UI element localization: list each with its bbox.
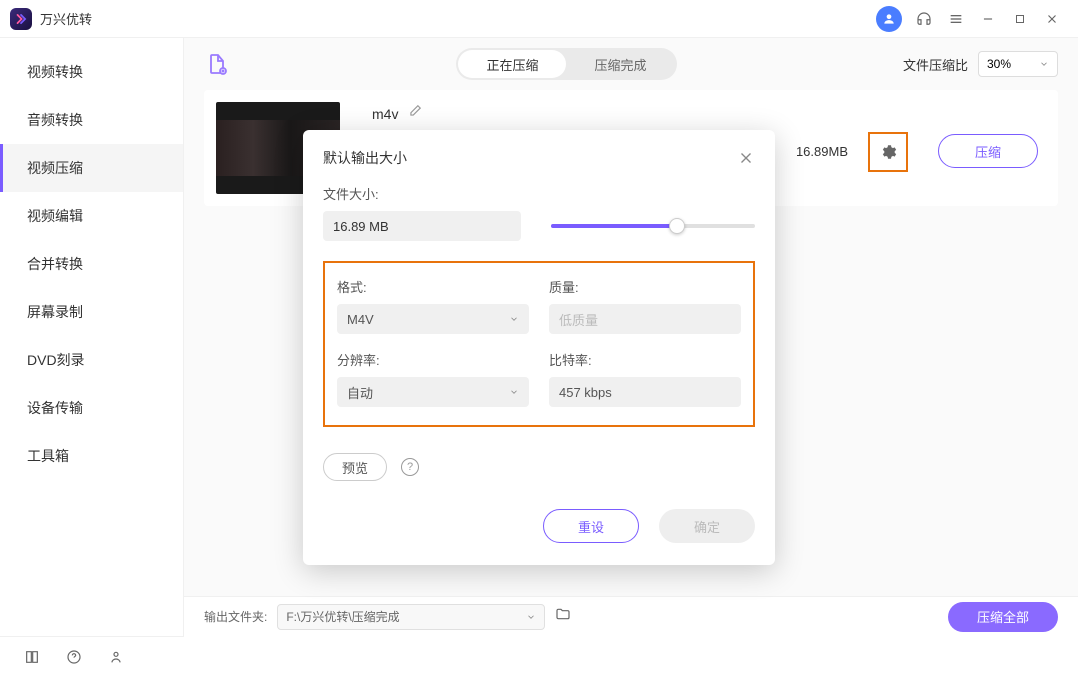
sidebar-item-video-convert[interactable]: 视频转换 <box>0 48 183 96</box>
file-size: 16.89MB <box>796 144 848 159</box>
close-icon[interactable] <box>1038 5 1066 33</box>
open-folder-button[interactable] <box>555 606 571 627</box>
sidebar-item-label: 音频转换 <box>27 110 83 130</box>
user-avatar[interactable] <box>876 6 902 32</box>
output-label: 输出文件夹: <box>204 608 267 625</box>
output-settings-dialog: 默认输出大小 文件大小: 16.89 MB 格式: M4V 质量: 低质量 <box>303 130 775 565</box>
resolution-select[interactable]: 自动 <box>337 377 529 407</box>
sidebar-item-label: 屏幕录制 <box>27 302 83 322</box>
dialog-close-button[interactable] <box>737 149 755 167</box>
dialog-title: 默认输出大小 <box>323 148 407 168</box>
quality-value: 低质量 <box>559 310 598 329</box>
sidebar-item-label: 工具箱 <box>27 446 69 466</box>
account-icon[interactable] <box>104 645 128 669</box>
quality-label: 质量: <box>549 277 741 296</box>
tab-compressing[interactable]: 正在压缩 <box>458 50 566 78</box>
ratio-label: 文件压缩比 <box>903 55 968 74</box>
filesize-label: 文件大小: <box>323 184 755 203</box>
quality-select: 低质量 <box>549 304 741 334</box>
sidebar-item-video-compress[interactable]: 视频压缩 <box>0 144 183 192</box>
sidebar-item-dvd[interactable]: DVD刻录 <box>0 336 183 384</box>
format-label: 格式: <box>337 277 529 296</box>
bitrate-value: 457 kbps <box>559 385 612 400</box>
support-icon[interactable] <box>910 5 938 33</box>
minimize-icon[interactable] <box>974 5 1002 33</box>
format-select[interactable]: M4V <box>337 304 529 334</box>
sidebar-item-toolbox[interactable]: 工具箱 <box>0 432 183 480</box>
sidebar-item-screen-record[interactable]: 屏幕录制 <box>0 288 183 336</box>
sidebar-item-label: 合并转换 <box>27 254 83 274</box>
compress-all-button[interactable]: 压缩全部 <box>948 602 1058 632</box>
sidebar-item-label: 视频压缩 <box>27 158 83 178</box>
confirm-button: 确定 <box>659 509 755 543</box>
file-name: m4v <box>372 106 398 122</box>
preview-button[interactable]: 预览 <box>323 453 387 481</box>
add-file-button[interactable] <box>204 51 230 77</box>
tab-switch: 正在压缩 压缩完成 <box>456 48 676 80</box>
sidebar-item-merge[interactable]: 合并转换 <box>0 240 183 288</box>
slider-fill <box>551 224 677 228</box>
sidebar-item-label: 视频转换 <box>27 62 83 82</box>
bitrate-input[interactable]: 457 kbps <box>549 377 741 407</box>
chevron-down-icon <box>509 387 519 397</box>
settings-button[interactable] <box>868 132 908 172</box>
sidebar-item-label: DVD刻录 <box>27 350 85 370</box>
sidebar: 视频转换 音频转换 视频压缩 视频编辑 合并转换 屏幕录制 DVD刻录 设备传输… <box>0 38 184 636</box>
app-logo <box>10 8 32 30</box>
menu-icon[interactable] <box>942 5 970 33</box>
output-path-select[interactable]: F:\万兴优转\压缩完成 <box>277 604 545 630</box>
compress-button[interactable]: 压缩 <box>938 134 1038 168</box>
chevron-down-icon <box>509 314 519 324</box>
chevron-down-icon <box>526 612 536 622</box>
tab-completed[interactable]: 压缩完成 <box>566 50 674 78</box>
titlebar: 万兴优转 <box>0 0 1078 38</box>
help-icon[interactable] <box>62 645 86 669</box>
settings-highlight-box: 格式: M4V 质量: 低质量 分辨率: 自动 比特率: <box>323 261 755 427</box>
toolbar: 正在压缩 压缩完成 文件压缩比 30% <box>184 38 1078 90</box>
resolution-label: 分辨率: <box>337 350 529 369</box>
app-title: 万兴优转 <box>40 9 92 28</box>
reset-button[interactable]: 重设 <box>543 509 639 543</box>
preview-help-icon[interactable]: ? <box>401 458 419 476</box>
chevron-down-icon <box>1039 59 1049 69</box>
sidebar-item-label: 设备传输 <box>27 398 83 418</box>
filesize-slider[interactable] <box>551 224 755 228</box>
output-path-value: F:\万兴优转\压缩完成 <box>286 608 399 625</box>
footer-bar: 输出文件夹: F:\万兴优转\压缩完成 压缩全部 <box>184 596 1078 636</box>
format-value: M4V <box>347 312 374 327</box>
resolution-value: 自动 <box>347 383 373 402</box>
sidebar-item-device-transfer[interactable]: 设备传输 <box>0 384 183 432</box>
ratio-value: 30% <box>987 57 1011 71</box>
slider-thumb[interactable] <box>669 218 685 234</box>
manual-icon[interactable] <box>20 645 44 669</box>
sidebar-item-video-edit[interactable]: 视频编辑 <box>0 192 183 240</box>
filesize-input[interactable]: 16.89 MB <box>323 211 521 241</box>
gear-icon <box>879 143 897 161</box>
ratio-select[interactable]: 30% <box>978 51 1058 77</box>
bitrate-label: 比特率: <box>549 350 741 369</box>
sidebar-item-label: 视频编辑 <box>27 206 83 226</box>
maximize-icon[interactable] <box>1006 5 1034 33</box>
sidebar-item-audio-convert[interactable]: 音频转换 <box>0 96 183 144</box>
sidebar-footer <box>0 636 184 676</box>
edit-name-icon[interactable] <box>408 104 422 123</box>
